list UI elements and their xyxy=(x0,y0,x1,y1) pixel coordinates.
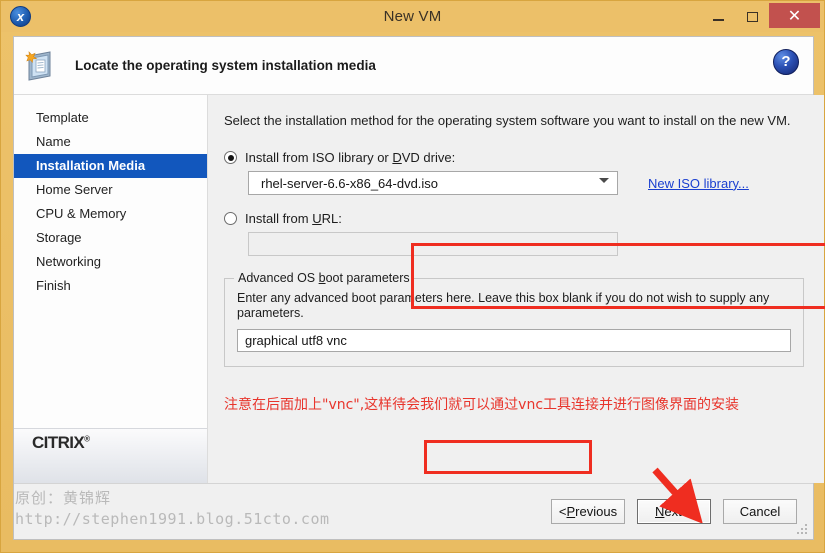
help-icon[interactable]: ? xyxy=(773,49,799,75)
maximize-icon xyxy=(746,11,758,22)
iso-select-row: rhel-server-6.6-x86_64-dvd.iso New ISO l… xyxy=(224,171,804,195)
sidebar-item-home-server[interactable]: Home Server xyxy=(14,178,207,202)
citrix-logo-text: CITRIX xyxy=(32,433,85,452)
url-label-pre: Install from xyxy=(245,211,313,226)
advanced-boot-legend: Advanced OS boot parameters xyxy=(234,271,414,285)
next-post: ext > xyxy=(664,504,693,519)
url-label-post: RL: xyxy=(321,211,342,226)
iso-label-mnemonic: D xyxy=(392,150,402,165)
iso-label-pre: Install from ISO library or xyxy=(245,150,393,165)
iso-radio-row[interactable]: Install from ISO library or DVD drive: xyxy=(224,150,804,165)
dialog-body: Locate the operating system installation… xyxy=(13,36,825,540)
iso-select-value: rhel-server-6.6-x86_64-dvd.iso xyxy=(261,175,439,191)
intro-text: Select the installation method for the o… xyxy=(224,113,791,128)
sidebar-item-finish[interactable]: Finish xyxy=(14,274,207,298)
advanced-boot-parameters-group: Advanced OS boot parameters Enter any ad… xyxy=(224,271,804,367)
legend-mnemonic: b xyxy=(318,271,326,285)
legend-pre: Advanced OS xyxy=(238,271,319,285)
window-controls: ✕ xyxy=(701,1,824,32)
citrix-logo: CITRIX® xyxy=(32,433,90,453)
url-label-mnemonic: U xyxy=(312,211,322,226)
xencenter-x-icon: x xyxy=(10,6,31,27)
sidebar-item-storage[interactable]: Storage xyxy=(14,226,207,250)
next-button[interactable]: Next > xyxy=(637,499,711,524)
boot-parameters-input[interactable] xyxy=(237,329,791,352)
page-title: Locate the operating system installation… xyxy=(75,58,376,73)
dialog-main: Template Name Installation Media Home Se… xyxy=(14,95,825,483)
dialog-header: Locate the operating system installation… xyxy=(14,37,813,95)
iso-radio-button[interactable] xyxy=(224,151,237,164)
url-input[interactable] xyxy=(248,232,618,256)
url-radio-row[interactable]: Install from URL: xyxy=(224,211,804,226)
maximize-button[interactable] xyxy=(735,1,769,32)
sidebar-item-name[interactable]: Name xyxy=(14,130,207,154)
previous-pre: < xyxy=(558,504,567,519)
iso-select[interactable]: rhel-server-6.6-x86_64-dvd.iso xyxy=(248,171,618,195)
minimize-icon xyxy=(712,19,724,21)
close-button[interactable]: ✕ xyxy=(769,3,820,28)
sidebar-footer: CITRIX® xyxy=(14,428,207,483)
previous-mnemonic: P xyxy=(566,504,576,519)
minimize-button[interactable] xyxy=(701,1,735,32)
advanced-boot-description: Enter any advanced boot parameters here.… xyxy=(237,291,770,320)
title-bar: x New VM ✕ xyxy=(1,1,824,32)
highlight-box-boot-params xyxy=(424,440,592,474)
resize-grip[interactable] xyxy=(797,524,809,536)
legend-post: oot parameters xyxy=(325,271,410,285)
new-vm-window: x New VM ✕ Locate the operating system i… xyxy=(0,0,825,553)
next-mnemonic: N xyxy=(655,504,665,519)
previous-post: revious xyxy=(575,504,618,519)
url-radio-button[interactable] xyxy=(224,212,237,225)
cancel-button[interactable]: Cancel xyxy=(723,499,797,524)
new-iso-library-link[interactable]: New ISO library... xyxy=(648,176,749,191)
iso-radio-label: Install from ISO library or DVD drive: xyxy=(245,150,455,165)
annotation-text: 注意在后面加上"vnc",这样待会我们就可以通过vnc工具连接并进行图像界面的安… xyxy=(224,397,740,413)
citrix-logo-trademark: ® xyxy=(84,434,90,444)
sidebar-item-networking[interactable]: Networking xyxy=(14,250,207,274)
iso-label-post: VD drive: xyxy=(401,150,456,165)
new-vm-icon xyxy=(23,49,59,83)
content-pane: Select the installation method for the o… xyxy=(208,95,825,483)
url-radio-label: Install from URL: xyxy=(245,211,342,226)
sidebar-item-template[interactable]: Template xyxy=(14,106,207,130)
sidebar-item-installation-media[interactable]: Installation Media xyxy=(14,154,207,178)
wizard-sidebar: Template Name Installation Media Home Se… xyxy=(14,95,208,483)
dialog-footer: < Previous Next > Cancel xyxy=(14,483,813,539)
chevron-down-icon xyxy=(599,178,609,183)
sidebar-item-cpu-memory[interactable]: CPU & Memory xyxy=(14,202,207,226)
previous-button[interactable]: < Previous xyxy=(551,499,625,524)
